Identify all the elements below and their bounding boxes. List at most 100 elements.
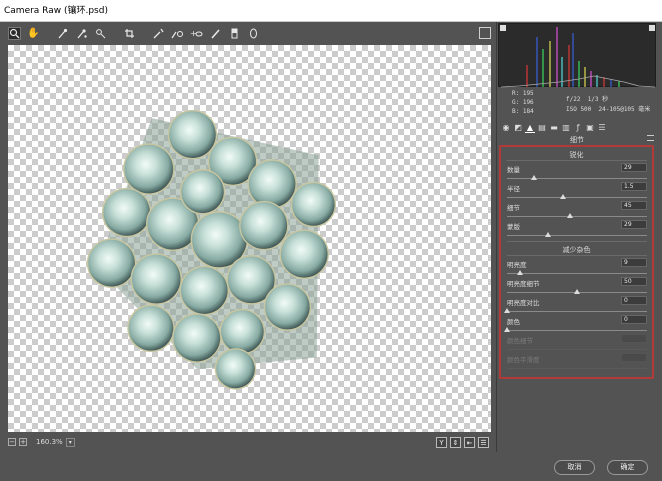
zoom-out-button[interactable]: − — [8, 438, 16, 446]
slider-track[interactable] — [507, 311, 647, 312]
hand-tool-icon[interactable]: ✋ — [27, 27, 40, 40]
color-sampler-tool-icon[interactable] — [75, 27, 88, 40]
noise-slider-0[interactable]: 明亮度 9 — [507, 258, 647, 277]
slider-thumb[interactable] — [530, 175, 537, 180]
section-divider — [507, 255, 647, 256]
readout-iso: ISO 500 — [566, 106, 592, 113]
shadow-clipping-icon — [500, 25, 506, 31]
slider-value-input — [621, 353, 647, 362]
noise-title: 减少杂色 — [562, 246, 591, 254]
targeted-adjustment-tool-icon[interactable] — [94, 27, 107, 40]
slider-track[interactable] — [507, 235, 647, 236]
readout-aperture: f/22 — [566, 96, 581, 103]
sharpen-slider-0[interactable]: 数量 29 — [507, 163, 647, 182]
zoom-in-button[interactable]: + — [19, 438, 27, 446]
swap-settings-icon[interactable]: ⇕ — [450, 437, 461, 448]
readout-lens-info: ISO 500 24-105@105 毫米 — [566, 104, 656, 113]
readout-exposure: f/22 1/3 秒 — [566, 94, 656, 103]
cancel-button[interactable]: 取消 — [554, 460, 595, 475]
slider-label: 明亮度对比 — [507, 299, 540, 307]
detail-panel-icon[interactable]: ▲ — [525, 123, 535, 133]
hsl-panel-icon[interactable]: ▤ — [537, 123, 547, 133]
section-divider — [507, 241, 647, 242]
toolbar: ✋ + — [0, 22, 497, 44]
noise-slider-1[interactable]: 明亮度细节 50 — [507, 277, 647, 296]
status-bar: − + 160.3% ▾ Y ⇕ ⇤ ☰ — [8, 434, 491, 450]
slider-value-input[interactable]: 45 — [621, 201, 647, 210]
sharpen-slider-2[interactable]: 细节 45 — [507, 201, 647, 220]
slider-label: 颜色细节 — [507, 337, 533, 345]
slider-thumb[interactable] — [574, 289, 580, 294]
graduated-filter-tool-icon[interactable] — [228, 27, 241, 40]
sharpen-slider-3[interactable]: 蒙版 29 — [507, 220, 647, 239]
effects-panel-icon[interactable]: ƒ — [573, 123, 583, 133]
camera-calibration-panel-icon[interactable]: ▣ — [585, 123, 595, 133]
preview-settings-icon[interactable]: ☰ — [478, 437, 489, 448]
slider-value-input[interactable]: 29 — [621, 163, 647, 172]
image-canvas[interactable] — [8, 45, 491, 432]
panel-menu-icon[interactable] — [647, 135, 654, 141]
slider-track[interactable] — [507, 178, 647, 179]
lens-panel-icon[interactable]: ▥ — [561, 123, 571, 133]
slider-track[interactable] — [507, 197, 647, 198]
white-balance-tool-icon[interactable] — [56, 27, 69, 40]
spot-removal-tool-icon[interactable] — [171, 27, 184, 40]
radial-filter-tool-icon[interactable] — [247, 27, 260, 40]
readout-shutter: 1/3 秒 — [587, 96, 609, 103]
panel-title: 细节 — [498, 135, 656, 145]
slider-track[interactable] — [507, 216, 647, 217]
readout-lens: 24-105@105 毫米 — [598, 106, 651, 113]
noise-slider-5: 颜色平滑度 — [507, 353, 647, 372]
slider-value-input[interactable]: 9 — [621, 258, 647, 267]
slider-value-input[interactable]: 1.5 — [621, 182, 647, 191]
readout-b: B: 184 — [512, 108, 534, 115]
histogram-luminance — [500, 75, 656, 88]
slider-label: 颜色 — [507, 318, 520, 326]
fullscreen-icon[interactable] — [479, 27, 491, 39]
slider-thumb[interactable] — [567, 213, 573, 218]
slider-value-input[interactable]: 29 — [621, 220, 647, 229]
noise-slider-2[interactable]: 明亮度对比 0 — [504, 296, 647, 315]
slider-track[interactable] — [507, 273, 647, 274]
tone-curve-panel-icon[interactable]: ◩ — [513, 123, 523, 133]
ok-button[interactable]: 确定 — [607, 460, 648, 475]
slider-label: 半径 — [507, 185, 520, 193]
slider-thumb[interactable] — [516, 270, 523, 275]
slider-value-input[interactable]: 50 — [621, 277, 647, 286]
histogram — [498, 23, 656, 88]
panel-divider — [496, 22, 497, 452]
presets-panel-icon[interactable]: ☰ — [597, 123, 607, 133]
slider-thumb[interactable] — [504, 308, 510, 313]
straighten-tool-icon[interactable] — [152, 27, 165, 40]
slider-track[interactable] — [507, 368, 647, 369]
split-toning-panel-icon[interactable]: ▬ — [549, 123, 559, 133]
slider-thumb[interactable] — [560, 194, 566, 199]
sharpen-slider-1[interactable]: 半径 1.5 — [507, 182, 647, 201]
red-eye-tool-icon[interactable]: + — [190, 27, 203, 40]
slider-label: 明亮度 — [507, 261, 527, 269]
slider-track[interactable] — [507, 349, 647, 350]
panel-tabs: ◉ ◩ ▲ ▤ ▬ ▥ ƒ ▣ ☰ — [498, 120, 656, 135]
slider-track[interactable] — [507, 330, 647, 331]
slider-value-input[interactable]: 0 — [621, 315, 647, 324]
slider-label: 颜色平滑度 — [507, 356, 540, 364]
slider-value-input[interactable]: 0 — [621, 296, 647, 305]
readout-r: R: 195 — [512, 90, 534, 97]
highlight-clipping-icon — [649, 25, 655, 31]
noise-slider-3[interactable]: 颜色 0 — [504, 315, 647, 334]
adjustment-brush-tool-icon[interactable] — [209, 27, 222, 40]
slider-value-input — [621, 334, 647, 343]
chevron-down-icon[interactable]: ▾ — [65, 437, 75, 447]
jewel-image — [86, 109, 337, 390]
crop-tool-icon[interactable] — [123, 27, 136, 40]
window-title: Camera Raw (镶环.psd) — [0, 0, 662, 22]
slider-thumb[interactable] — [544, 232, 551, 237]
zoom-level[interactable]: 160.3% — [36, 438, 63, 446]
slider-thumb[interactable] — [504, 327, 510, 332]
copy-settings-icon[interactable]: ⇤ — [464, 437, 475, 448]
before-after-toggle-icon[interactable]: Y — [436, 437, 447, 448]
sharpen-title: 锐化 — [569, 151, 584, 159]
detail-panel: 锐化 数量 29 半径 1.5 细节 45 蒙版 29 减少杂色 明亮度 9 明亮度细节 50 明亮度… — [499, 145, 654, 379]
basic-panel-icon[interactable]: ◉ — [501, 123, 511, 133]
zoom-tool-icon[interactable] — [8, 26, 21, 40]
